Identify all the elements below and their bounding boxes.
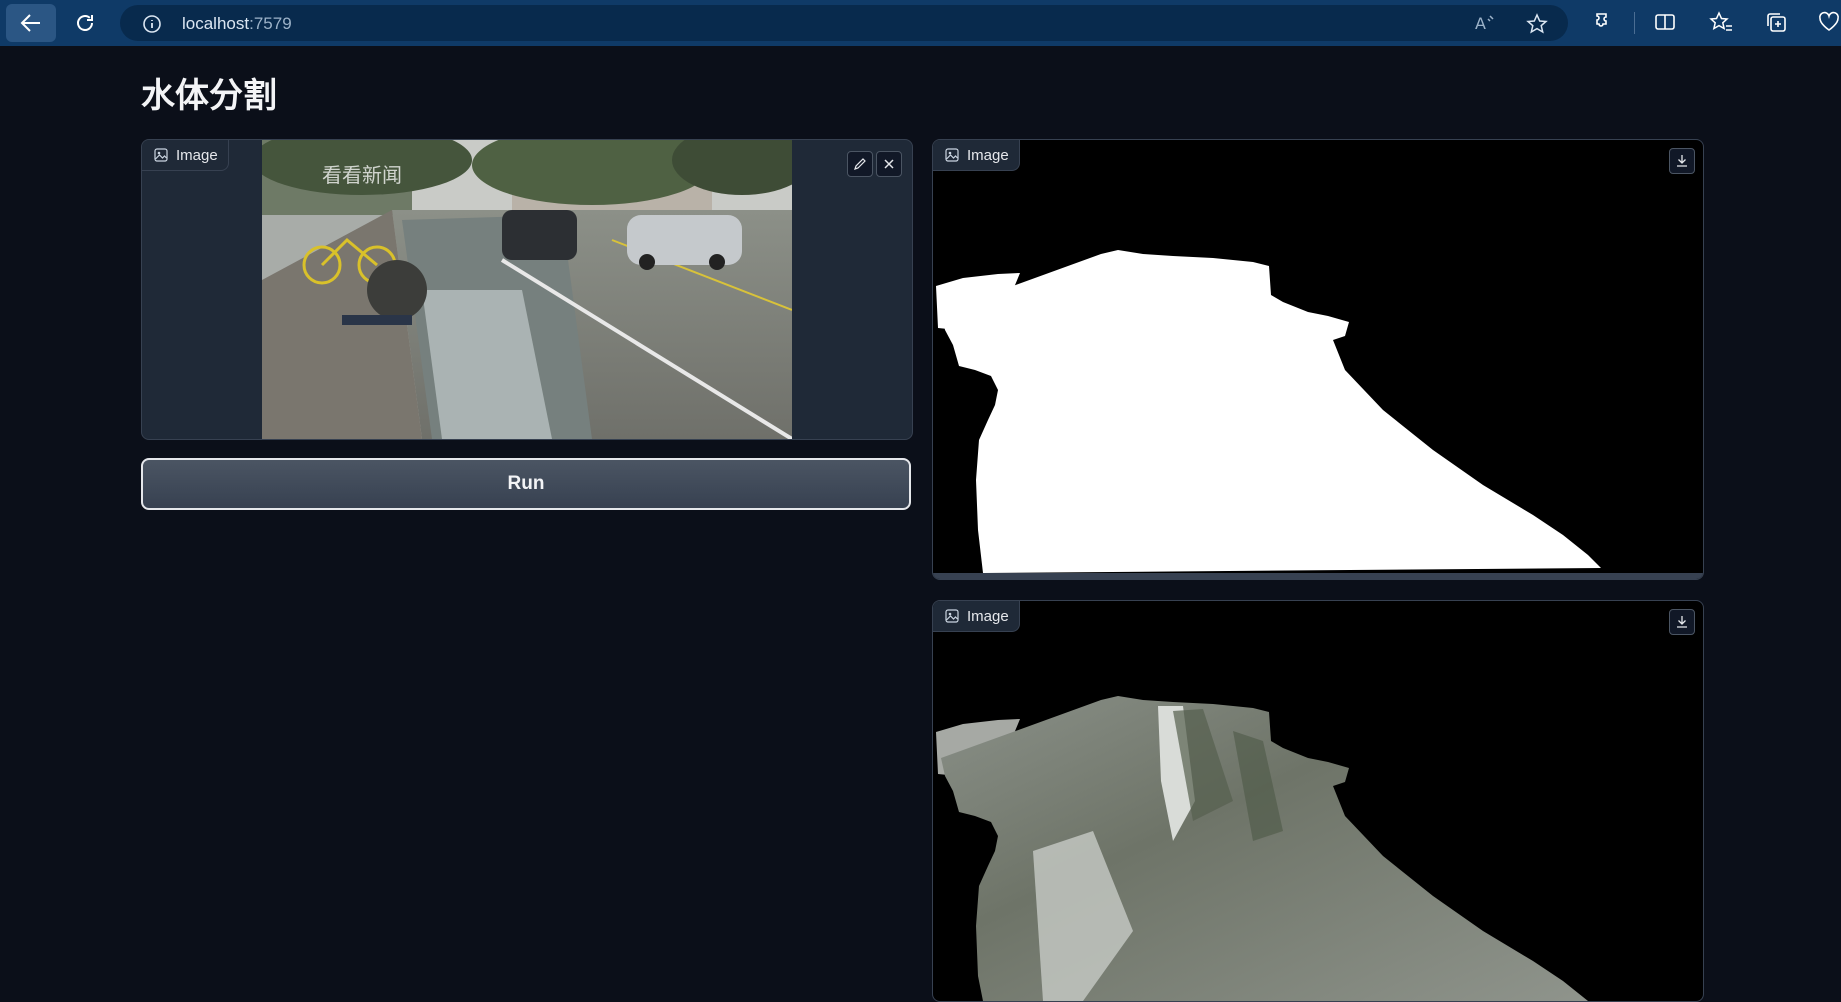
input-image-label: Image: [142, 140, 229, 171]
water-overlay-image: [936, 696, 1588, 1001]
browser-toolbar: localhost:7579 A: [0, 0, 1841, 46]
favorite-star-icon[interactable]: [1526, 13, 1548, 35]
site-info-icon[interactable]: [142, 14, 162, 34]
close-icon: [884, 159, 894, 169]
input-street-photo: 看看新闻: [262, 140, 792, 439]
water-mask-image: [936, 250, 1601, 573]
toolbar-divider: [1634, 12, 1635, 34]
output-mask-label: Image: [933, 140, 1020, 171]
panel-footer: [933, 573, 1703, 579]
output-overlay-label: Image: [933, 601, 1020, 632]
extensions-icon[interactable]: [1594, 11, 1616, 33]
read-aloud-icon[interactable]: A: [1474, 13, 1496, 33]
download-icon: [1677, 155, 1687, 167]
svg-text:A: A: [1475, 14, 1486, 33]
browser-essentials-icon[interactable]: [1818, 11, 1840, 33]
collections-icon[interactable]: [1765, 11, 1787, 33]
split-screen-icon[interactable]: [1654, 11, 1676, 33]
photo-watermark: 看看新闻: [322, 163, 402, 187]
input-image-panel[interactable]: Image 看看新闻: [141, 139, 913, 440]
output-mask-panel: Image: [932, 139, 1704, 580]
edit-button[interactable]: [847, 151, 873, 177]
download-overlay-button[interactable]: [1669, 609, 1695, 635]
image-icon: [154, 148, 168, 162]
favorites-icon[interactable]: [1709, 11, 1733, 33]
image-icon: [945, 609, 959, 623]
page-title: 水体分割: [141, 76, 277, 116]
address-bar[interactable]: localhost:7579 A: [120, 5, 1568, 41]
reload-button[interactable]: [60, 4, 110, 42]
output-overlay-panel: Image: [932, 600, 1704, 1002]
image-icon: [945, 148, 959, 162]
download-icon: [1677, 616, 1687, 628]
back-button[interactable]: [6, 4, 56, 42]
url-text[interactable]: localhost:7579: [182, 14, 292, 34]
reload-icon: [77, 15, 93, 31]
back-arrow-icon: [20, 14, 40, 32]
pencil-icon: [854, 158, 866, 170]
clear-button[interactable]: [876, 151, 902, 177]
download-mask-button[interactable]: [1669, 148, 1695, 174]
run-button[interactable]: Run: [141, 458, 911, 510]
